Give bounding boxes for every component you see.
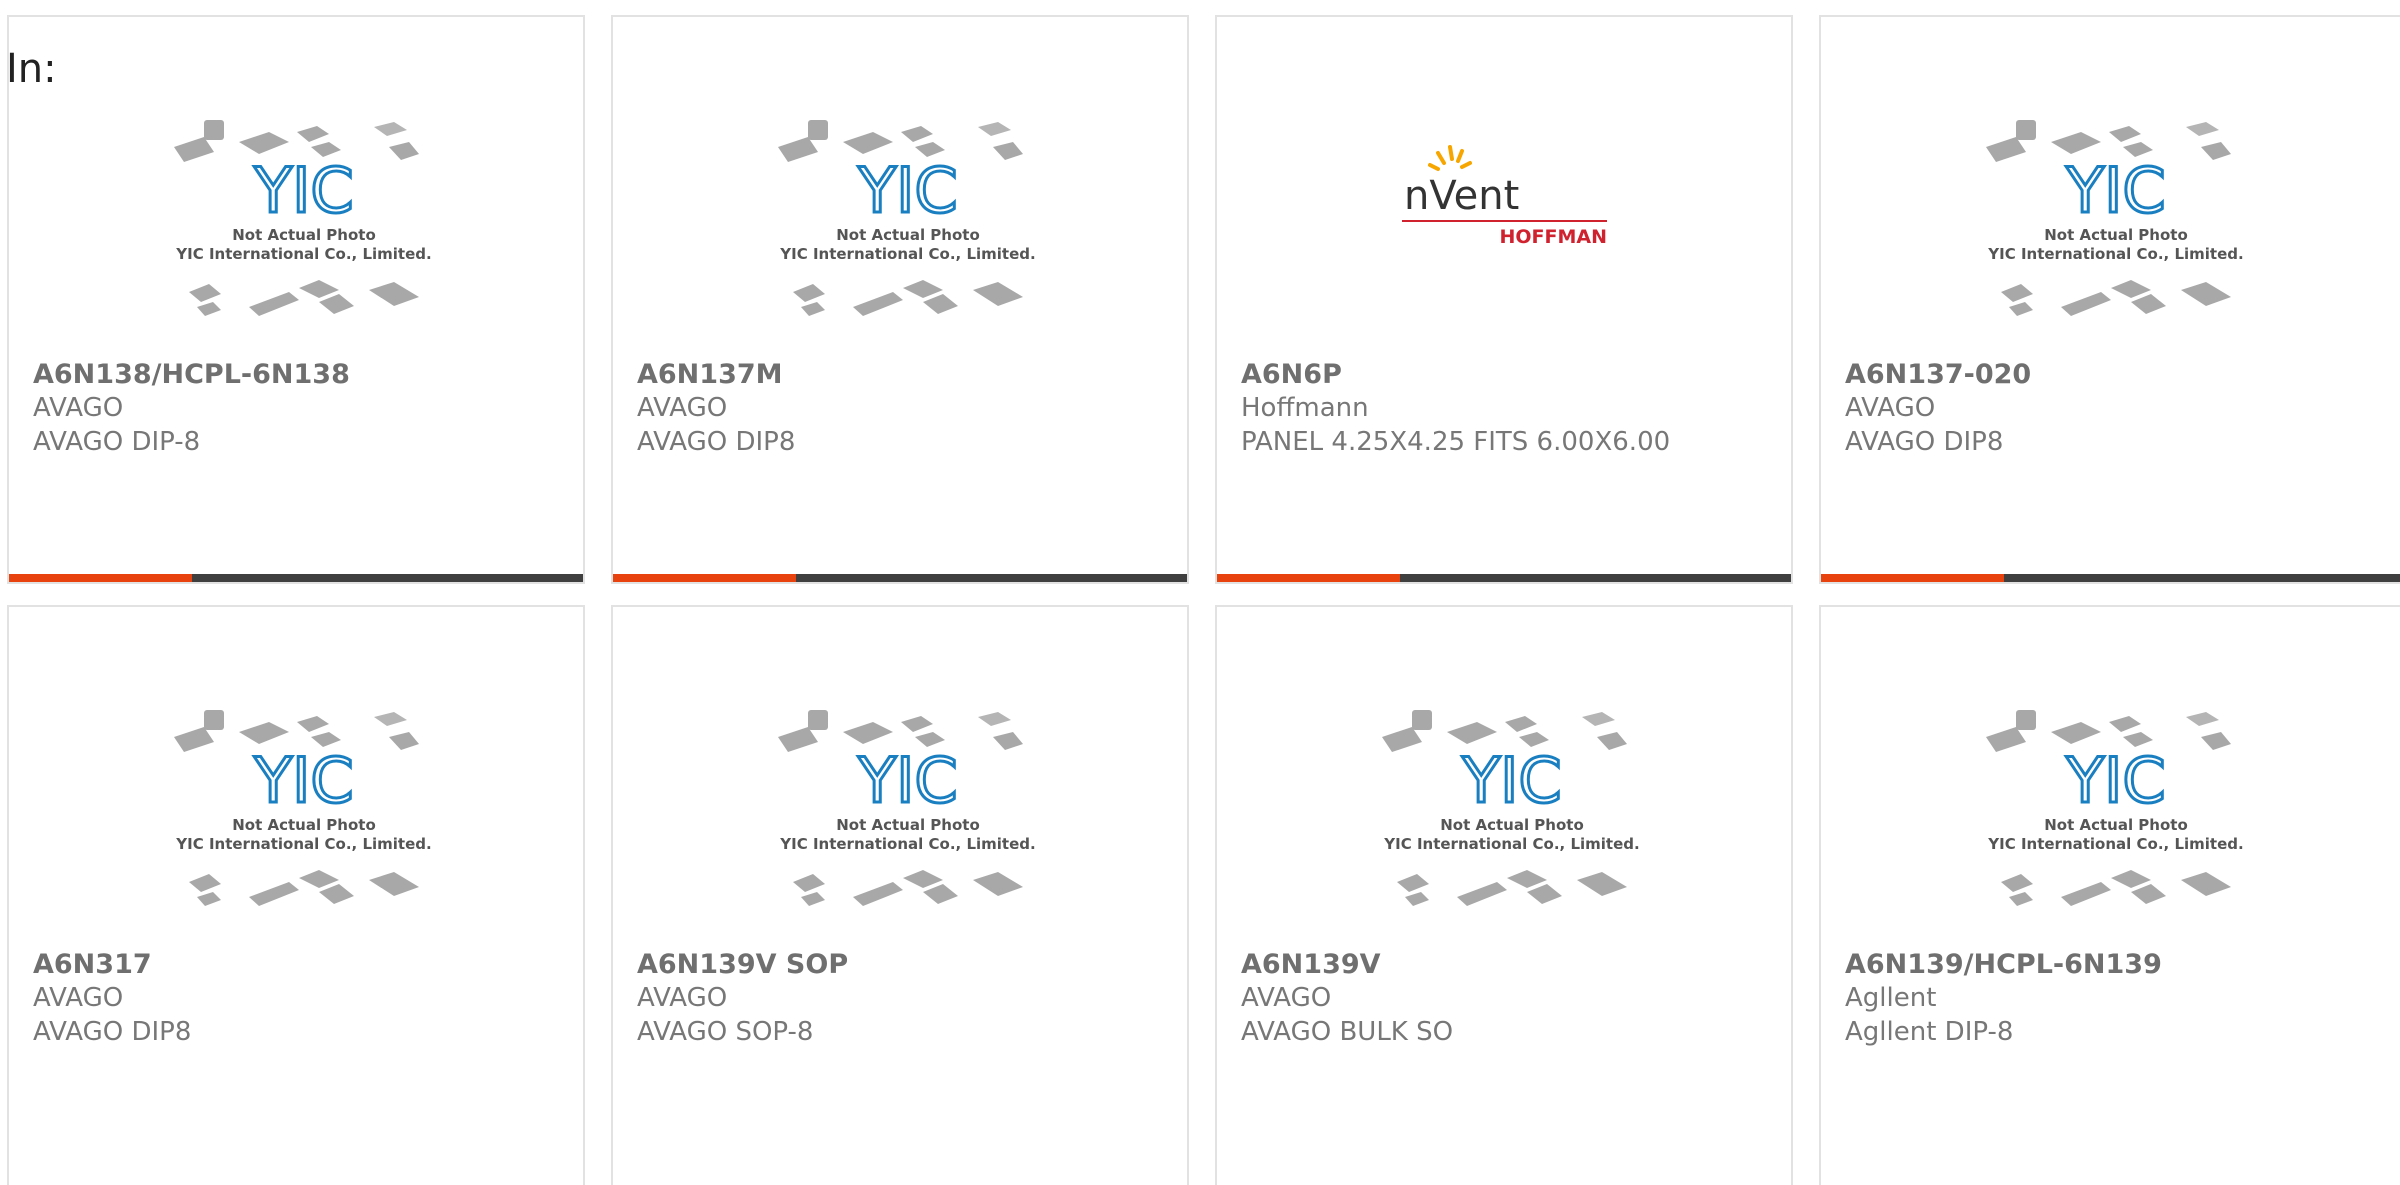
product-description: AVAGO DIP8 <box>1845 427 2004 457</box>
card-footer-bar <box>1217 574 1791 582</box>
svg-text:Not Actual Photo: Not Actual Photo <box>2044 226 2188 244</box>
svg-text:YIC: YIC <box>253 154 353 227</box>
product-title[interactable]: A6N139V <box>1241 949 1381 980</box>
product-title[interactable]: A6N6P <box>1241 359 1342 390</box>
product-description: AVAGO DIP8 <box>33 1017 192 1047</box>
product-description: AVAGO DIP-8 <box>33 427 201 457</box>
product-title[interactable]: A6N137M <box>637 359 783 390</box>
product-brand: AVAGO <box>637 983 728 1013</box>
svg-text:YIC: YIC <box>857 154 957 227</box>
product-image-placeholder: YIC Not Actual Photo YIC International C… <box>1981 102 2251 342</box>
product-card[interactable]: YIC Not Actual Photo YIC International C… <box>7 605 585 1185</box>
product-brand: AVAGO <box>1845 393 1936 423</box>
product-image-placeholder: YIC Not Actual Photo YIC International C… <box>773 102 1043 342</box>
product-brand: AVAGO <box>33 983 124 1013</box>
svg-text:YIC: YIC <box>253 744 353 817</box>
svg-text:YIC International Co., Limited: YIC International Co., Limited. <box>175 835 431 853</box>
product-title[interactable]: A6N139/HCPL-6N139 <box>1845 949 2162 980</box>
product-description: PANEL 4.25X4.25 FITS 6.00X6.00 <box>1241 427 1671 457</box>
product-description: AVAGO SOP-8 <box>637 1017 814 1047</box>
product-description: Agllent DIP-8 <box>1845 1017 2014 1047</box>
svg-text:YIC International Co., Limited: YIC International Co., Limited. <box>1987 245 2243 263</box>
product-image-placeholder: YIC Not Actual Photo YIC International C… <box>169 692 439 932</box>
svg-text:YIC International Co., Limited: YIC International Co., Limited. <box>1383 835 1639 853</box>
product-brand: AVAGO <box>33 393 124 423</box>
product-card[interactable]: YIC Not Actual Photo YIC International C… <box>611 15 1189 584</box>
svg-text:YIC: YIC <box>2065 154 2165 227</box>
product-brand: Hoffmann <box>1241 393 1369 423</box>
svg-text:YIC International Co., Limited: YIC International Co., Limited. <box>175 245 431 263</box>
svg-text:Not Actual Photo: Not Actual Photo <box>232 226 376 244</box>
svg-text:Not Actual Photo: Not Actual Photo <box>1440 816 1584 834</box>
product-title[interactable]: A6N137-020 <box>1845 359 2031 390</box>
product-brand: AVAGO <box>1241 983 1332 1013</box>
svg-text:YIC: YIC <box>2065 744 2165 817</box>
card-footer-bar <box>613 574 1187 582</box>
svg-text:YIC International Co., Limited: YIC International Co., Limited. <box>1987 835 2243 853</box>
nvent-hoffman-logo: nVent HOFFMAN <box>1402 137 1612 257</box>
svg-text:YIC: YIC <box>857 744 957 817</box>
product-card[interactable]: nVent HOFFMAN A6N6P Hoffmann PANEL 4.25X… <box>1215 15 1793 584</box>
product-brand: AVAGO <box>637 393 728 423</box>
product-image-placeholder: YIC Not Actual Photo YIC International C… <box>773 692 1043 932</box>
product-image-placeholder: YIC Not Actual Photo YIC International C… <box>1377 692 1647 932</box>
product-card[interactable]: YIC Not Actual Photo YIC International C… <box>7 15 585 584</box>
svg-text:YIC International Co., Limited: YIC International Co., Limited. <box>779 245 1035 263</box>
card-footer-bar <box>9 574 583 582</box>
product-title[interactable]: A6N138/HCPL-6N138 <box>33 359 350 390</box>
svg-text:Not Actual Photo: Not Actual Photo <box>232 816 376 834</box>
product-description: AVAGO BULK SO <box>1241 1017 1454 1047</box>
product-card[interactable]: YIC Not Actual Photo YIC International C… <box>1819 605 2400 1185</box>
svg-text:Not Actual Photo: Not Actual Photo <box>2044 816 2188 834</box>
product-title[interactable]: A6N317 <box>33 949 152 980</box>
product-image-placeholder: YIC Not Actual Photo YIC International C… <box>169 102 439 342</box>
svg-text:YIC International Co., Limited: YIC International Co., Limited. <box>779 835 1035 853</box>
card-footer-bar <box>1821 574 2400 582</box>
svg-text:HOFFMAN: HOFFMAN <box>1499 226 1607 248</box>
product-card[interactable]: YIC Not Actual Photo YIC International C… <box>1215 605 1793 1185</box>
product-card[interactable]: YIC Not Actual Photo YIC International C… <box>611 605 1189 1185</box>
svg-text:YIC: YIC <box>1461 744 1561 817</box>
svg-text:nVent: nVent <box>1404 173 1519 219</box>
svg-text:Not Actual Photo: Not Actual Photo <box>836 816 980 834</box>
product-description: AVAGO DIP8 <box>637 427 796 457</box>
product-brand: Agllent <box>1845 983 1937 1013</box>
product-image-placeholder: YIC Not Actual Photo YIC International C… <box>1981 692 2251 932</box>
svg-text:Not Actual Photo: Not Actual Photo <box>836 226 980 244</box>
in-label: In: <box>6 46 57 92</box>
product-card[interactable]: YIC Not Actual Photo YIC International C… <box>1819 15 2400 584</box>
product-title[interactable]: A6N139V SOP <box>637 949 848 980</box>
